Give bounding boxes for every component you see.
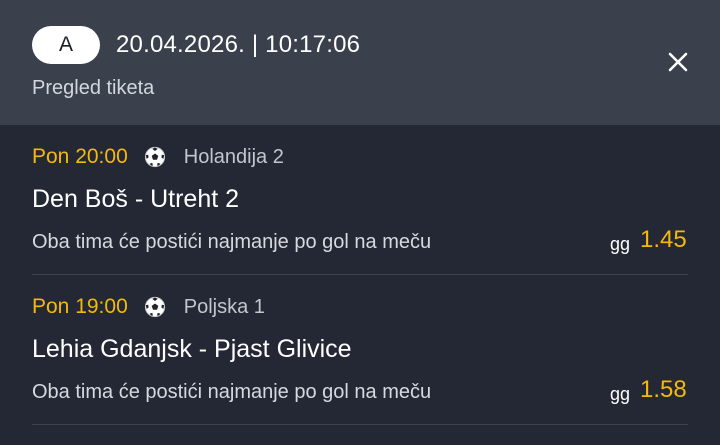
match-odds: 1.58 bbox=[640, 376, 687, 403]
match-pick: gg bbox=[610, 384, 631, 404]
match-teams: Den Boš - Utreht 2 bbox=[32, 185, 240, 213]
match-meta: Pon 20:00 Holandija 2 bbox=[32, 143, 284, 171]
match-odds: 1.45 bbox=[640, 226, 687, 253]
match-time: Pon 19:00 bbox=[32, 295, 128, 318]
ticket-datetime: 20.04.2026. | 10:17:06 bbox=[116, 31, 361, 58]
match-meta: Pon 19:00 Poljska 1 bbox=[32, 293, 265, 321]
ticket-header: A 20.04.2026. | 10:17:06 Pregled tiketa bbox=[0, 0, 720, 125]
ticket-badge: A bbox=[32, 26, 100, 64]
match-league: Poljska 1 bbox=[183, 295, 265, 318]
match-teams: Lehia Gdanjsk - Pjast Glivice bbox=[32, 335, 352, 363]
soccer-ball-icon bbox=[144, 296, 165, 318]
match-pick: gg bbox=[610, 234, 631, 254]
match-item[interactable]: Pon 19:00 Poljska 1 Lehia Gdanjsk - Pjas… bbox=[0, 275, 720, 425]
divider bbox=[32, 424, 688, 425]
match-league: Holandija 2 bbox=[183, 145, 284, 168]
soccer-ball-icon bbox=[144, 146, 165, 168]
close-icon[interactable] bbox=[662, 46, 694, 78]
match-market: Oba tima će postići najmanje po gol na m… bbox=[32, 231, 432, 253]
ticket-matches: Pon 20:00 Holandija 2 Den Boš - Utreht 2… bbox=[0, 125, 720, 445]
match-item[interactable]: Pon 20:00 Holandija 2 Den Boš - Utreht 2… bbox=[0, 125, 720, 275]
match-time: Pon 20:00 bbox=[32, 145, 128, 168]
match-market: Oba tima će postići najmanje po gol na m… bbox=[32, 381, 432, 403]
ticket-subtitle: Pregled tiketa bbox=[32, 77, 155, 99]
